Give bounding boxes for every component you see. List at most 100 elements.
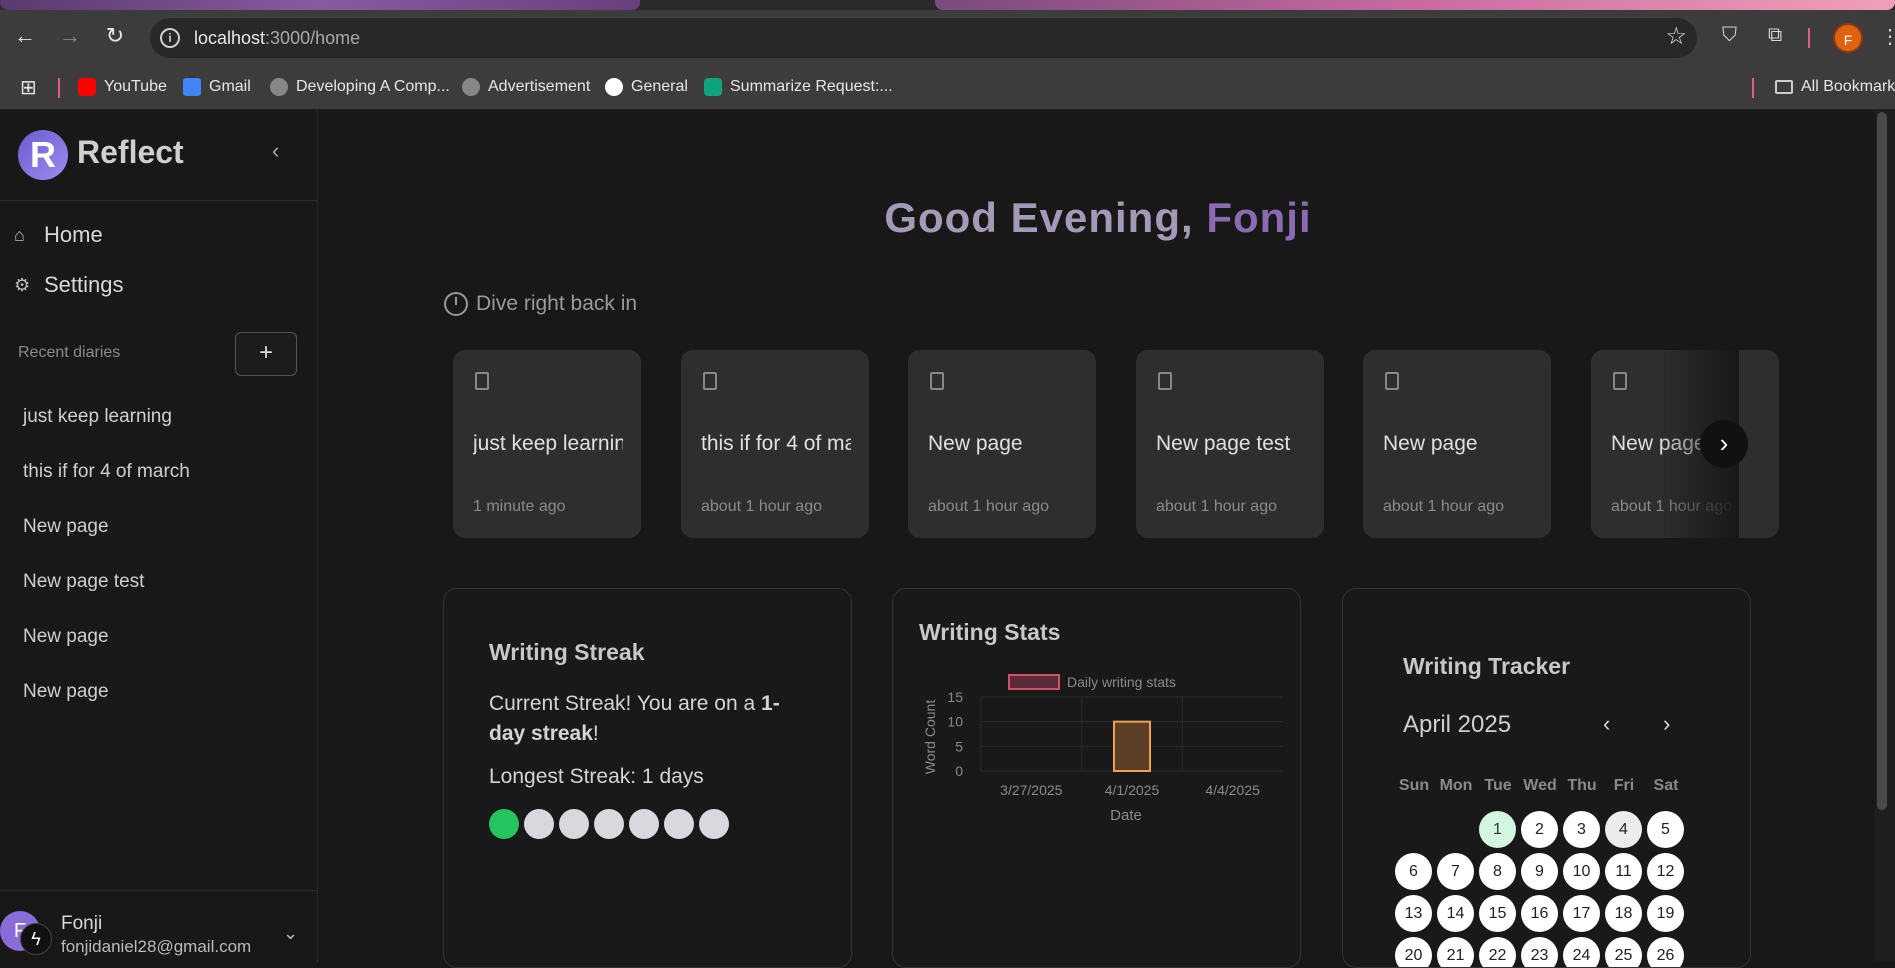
book-icon [930, 372, 944, 390]
calendar-day[interactable]: 21 [1437, 937, 1474, 967]
legend-label: Daily writing stats [1067, 674, 1176, 690]
diary-item[interactable]: New page test [23, 571, 144, 593]
diary-card[interactable]: New page about 1 hour ago [908, 350, 1096, 538]
calendar-weekday-header: Wed [1523, 777, 1557, 794]
sidebar-divider [0, 200, 318, 201]
calendar-day[interactable]: 18 [1605, 895, 1642, 932]
user-email: fonjidaniel28@gmail.com [61, 937, 252, 956]
shield-extension-icon[interactable]: ⛉ [1722, 24, 1737, 47]
all-bookmarks[interactable]: All Bookmarks [1775, 75, 1895, 99]
folder-icon [1775, 80, 1793, 94]
bookmark-gmail[interactable]: Gmail [183, 75, 251, 99]
card-time: about 1 hour ago [928, 498, 1049, 515]
diary-card[interactable]: New page test about 1 hour ago [1136, 350, 1324, 538]
calendar-day[interactable]: 3 [1563, 811, 1600, 848]
bookmark-star-icon[interactable]: ☆ [1665, 22, 1687, 51]
card-time: about 1 hour ago [1383, 498, 1504, 515]
bookmark-divider [58, 78, 60, 98]
bar [1113, 720, 1151, 772]
carousel-next-button[interactable]: › [1700, 420, 1748, 468]
bookmark-youtube[interactable]: YouTube [78, 75, 167, 99]
x-tick-label: 4/1/2025 [1105, 782, 1160, 798]
card-time: 1 minute ago [473, 498, 566, 515]
diary-card[interactable]: this if for 4 of march about 1 hour ago [681, 350, 869, 538]
calendar-day[interactable]: 9 [1521, 853, 1558, 890]
bookmark-advertisement[interactable]: Advertisement [462, 75, 590, 99]
browser-tab-active[interactable] [0, 0, 640, 10]
y-tick-label: 0 [955, 763, 963, 779]
diary-item[interactable]: New page [23, 681, 109, 703]
diary-item[interactable]: this if for 4 of march [23, 461, 190, 483]
address-bar[interactable]: i localhost:3000/home ☆ [150, 18, 1697, 58]
streak-day-dot [664, 809, 694, 839]
browser-tab[interactable] [935, 0, 1895, 10]
calendar-day[interactable]: 5 [1647, 811, 1684, 848]
collapse-sidebar-icon[interactable]: ‹ [272, 138, 279, 164]
calendar-day[interactable]: 6 [1395, 853, 1432, 890]
calendar-day[interactable]: 19 [1647, 895, 1684, 932]
calendar-day[interactable]: 25 [1605, 937, 1642, 967]
site-info-icon[interactable]: i [160, 28, 180, 48]
book-icon [1385, 372, 1399, 390]
calendar-day[interactable]: 15 [1479, 895, 1516, 932]
calendar-day[interactable]: 10 [1563, 853, 1600, 890]
calendar-day[interactable]: 24 [1563, 937, 1600, 967]
longest-streak-text: Longest Streak: 1 days [489, 765, 704, 788]
calendar-day[interactable]: 20 [1395, 937, 1432, 967]
profile-avatar[interactable]: F [1833, 23, 1863, 53]
book-icon [1613, 372, 1627, 390]
calendar-day[interactable]: 22 [1479, 937, 1516, 967]
calendar-day[interactable]: 13 [1395, 895, 1432, 932]
streak-title: Writing Streak [489, 639, 645, 665]
calendar-weekday-header: Tue [1484, 777, 1512, 794]
card-title: New page [928, 432, 1023, 455]
bookmark-developing[interactable]: Developing A Comp... [270, 75, 450, 99]
user-menu[interactable]: F ϟ Fonji fonjidaniel28@gmail.com ⌄ [0, 890, 318, 962]
calendar-day[interactable]: 17 [1563, 895, 1600, 932]
forward-icon[interactable]: → [56, 22, 84, 50]
calendar-day[interactable]: 14 [1437, 895, 1474, 932]
calendar-day[interactable]: 23 [1521, 937, 1558, 967]
bookmark-general[interactable]: General [605, 75, 688, 99]
card-title: just keep learning [473, 432, 623, 455]
y-axis-label: Word Count [922, 700, 938, 775]
back-icon[interactable]: ← [11, 22, 39, 50]
writing-tracker-panel: Writing Tracker April 2025 ‹ › Sun Mon Tue… [1342, 588, 1751, 968]
reload-icon[interactable]: ↻ [101, 22, 129, 50]
tracker-title: Writing Tracker [1403, 653, 1571, 679]
browser-toolbar: ← → ↻ i localhost:3000/home ☆ ⛉ ⧉ F ⋮ [0, 10, 1895, 66]
calendar-day[interactable]: 26 [1647, 937, 1684, 967]
calendar-day[interactable]: 2 [1521, 811, 1558, 848]
book-icon [703, 372, 717, 390]
bolt-icon[interactable]: ϟ [20, 923, 52, 955]
bookmarks-bar: ⊞ YouTube Gmail Developing A Comp... Adv… [0, 66, 1895, 110]
diary-item[interactable]: New page [23, 516, 109, 538]
menu-kebab-icon[interactable]: ⋮ [1880, 24, 1895, 49]
diary-item[interactable]: New page [23, 626, 109, 648]
user-name: Fonji [61, 913, 103, 934]
apps-grid-icon[interactable]: ⊞ [20, 75, 37, 99]
diary-card[interactable]: New page about 1 hour ago [1363, 350, 1551, 538]
calendar-day[interactable]: 11 [1605, 853, 1642, 890]
diary-item[interactable]: just keep learning [23, 406, 172, 428]
calendar-day[interactable]: 16 [1521, 895, 1558, 932]
gmail-icon [183, 78, 201, 96]
extensions-icon[interactable]: ⧉ [1768, 24, 1782, 47]
add-diary-button[interactable]: + [235, 332, 297, 376]
calendar-day[interactable]: 12 [1647, 853, 1684, 890]
sidebar-item-settings[interactable]: ⚙ Settings [14, 272, 124, 298]
prev-month-icon[interactable]: ‹ [1603, 711, 1610, 737]
next-month-icon[interactable]: › [1663, 711, 1670, 737]
calendar-day[interactable]: 8 [1479, 853, 1516, 890]
scrollbar-thumb[interactable] [1877, 112, 1887, 810]
calendar-day[interactable]: 1 [1479, 811, 1516, 848]
sidebar-item-label: Settings [44, 272, 124, 297]
calendar-day[interactable]: 4 [1605, 811, 1642, 848]
bookmark-summarize[interactable]: Summarize Request:... [704, 75, 893, 99]
github-icon [605, 78, 623, 96]
url-text[interactable]: localhost:3000/home [194, 28, 360, 49]
diary-card[interactable]: just keep learning 1 minute ago [453, 350, 641, 538]
calendar-day[interactable]: 7 [1437, 853, 1474, 890]
sidebar-item-home[interactable]: ⌂ Home [14, 222, 103, 248]
chevron-down-icon[interactable]: ⌄ [283, 923, 298, 944]
